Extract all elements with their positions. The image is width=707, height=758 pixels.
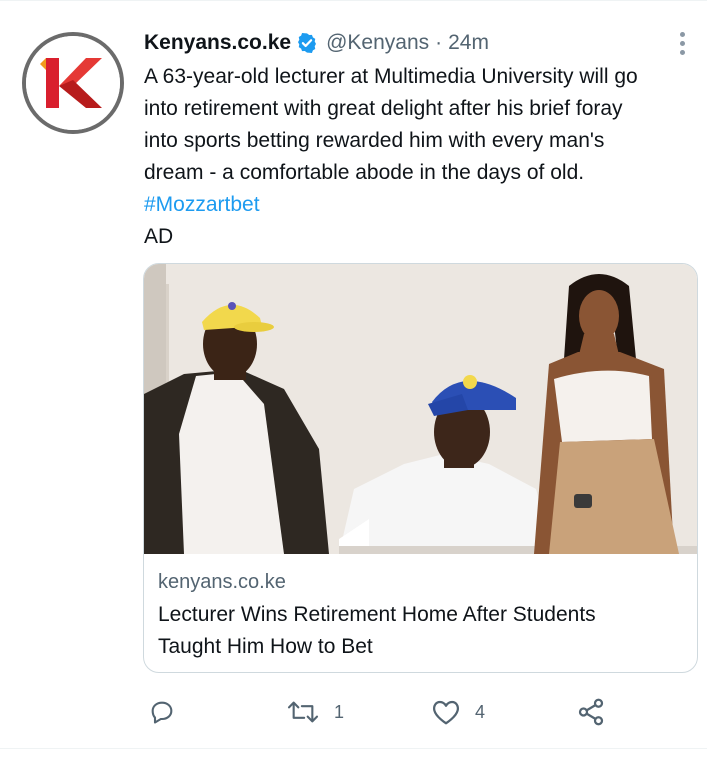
bottom-divider [0,748,707,749]
kenyans-logo-icon [26,36,120,130]
card-title-line: Lecturer Wins Retirement Home After Stud… [158,603,596,626]
tweet-text-line: into sports betting rewarded him with ev… [144,129,605,152]
tweet-text: A 63-year-old lecturer at Multimedia Uni… [144,61,694,253]
more-dot [679,40,685,46]
like-count: 4 [475,701,486,722]
share-icon [578,698,604,726]
card-photo [144,264,697,554]
more-icon[interactable] [670,28,694,58]
share-button[interactable] [576,694,606,730]
tweet-text-line: into retirement with great delight after… [144,97,623,120]
more-dot [679,31,685,37]
link-card[interactable]: kenyans.co.ke Lecturer Wins Retirement H… [143,263,698,673]
verified-badge-icon [298,33,317,53]
ad-label: AD [144,225,174,248]
reply-button[interactable] [148,694,176,730]
like-icon [433,700,459,725]
card-image[interactable] [144,264,697,554]
action-bar: 1 4 [144,694,624,730]
like-button[interactable]: 4 [431,694,485,730]
avatar[interactable] [22,32,124,134]
card-title-line: Taught Him How to Bet [158,635,373,658]
top-divider [0,0,707,1]
tweet-text-line: A 63-year-old lecturer at Multimedia Uni… [144,65,638,88]
more-dot [679,49,685,55]
retweet-button[interactable]: 1 [286,694,344,730]
card-domain: kenyans.co.ke [158,571,286,593]
user-handle[interactable]: @Kenyans [326,31,429,55]
retweet-icon [287,701,319,723]
tweet-header: Kenyans.co.ke @Kenyans · 24m [144,28,489,58]
tweet-text-line: dream - a comfortable abode in the days … [144,161,585,184]
tweet-timestamp[interactable]: 24m [448,31,489,55]
reply-icon [151,701,173,724]
separator-dot: · [435,31,443,54]
display-name[interactable]: Kenyans.co.ke [144,31,291,55]
card-title: Lecturer Wins Retirement Home After Stud… [158,599,683,663]
retweet-count: 1 [334,701,345,722]
hashtag-link[interactable]: #Mozzartbet [144,189,694,221]
